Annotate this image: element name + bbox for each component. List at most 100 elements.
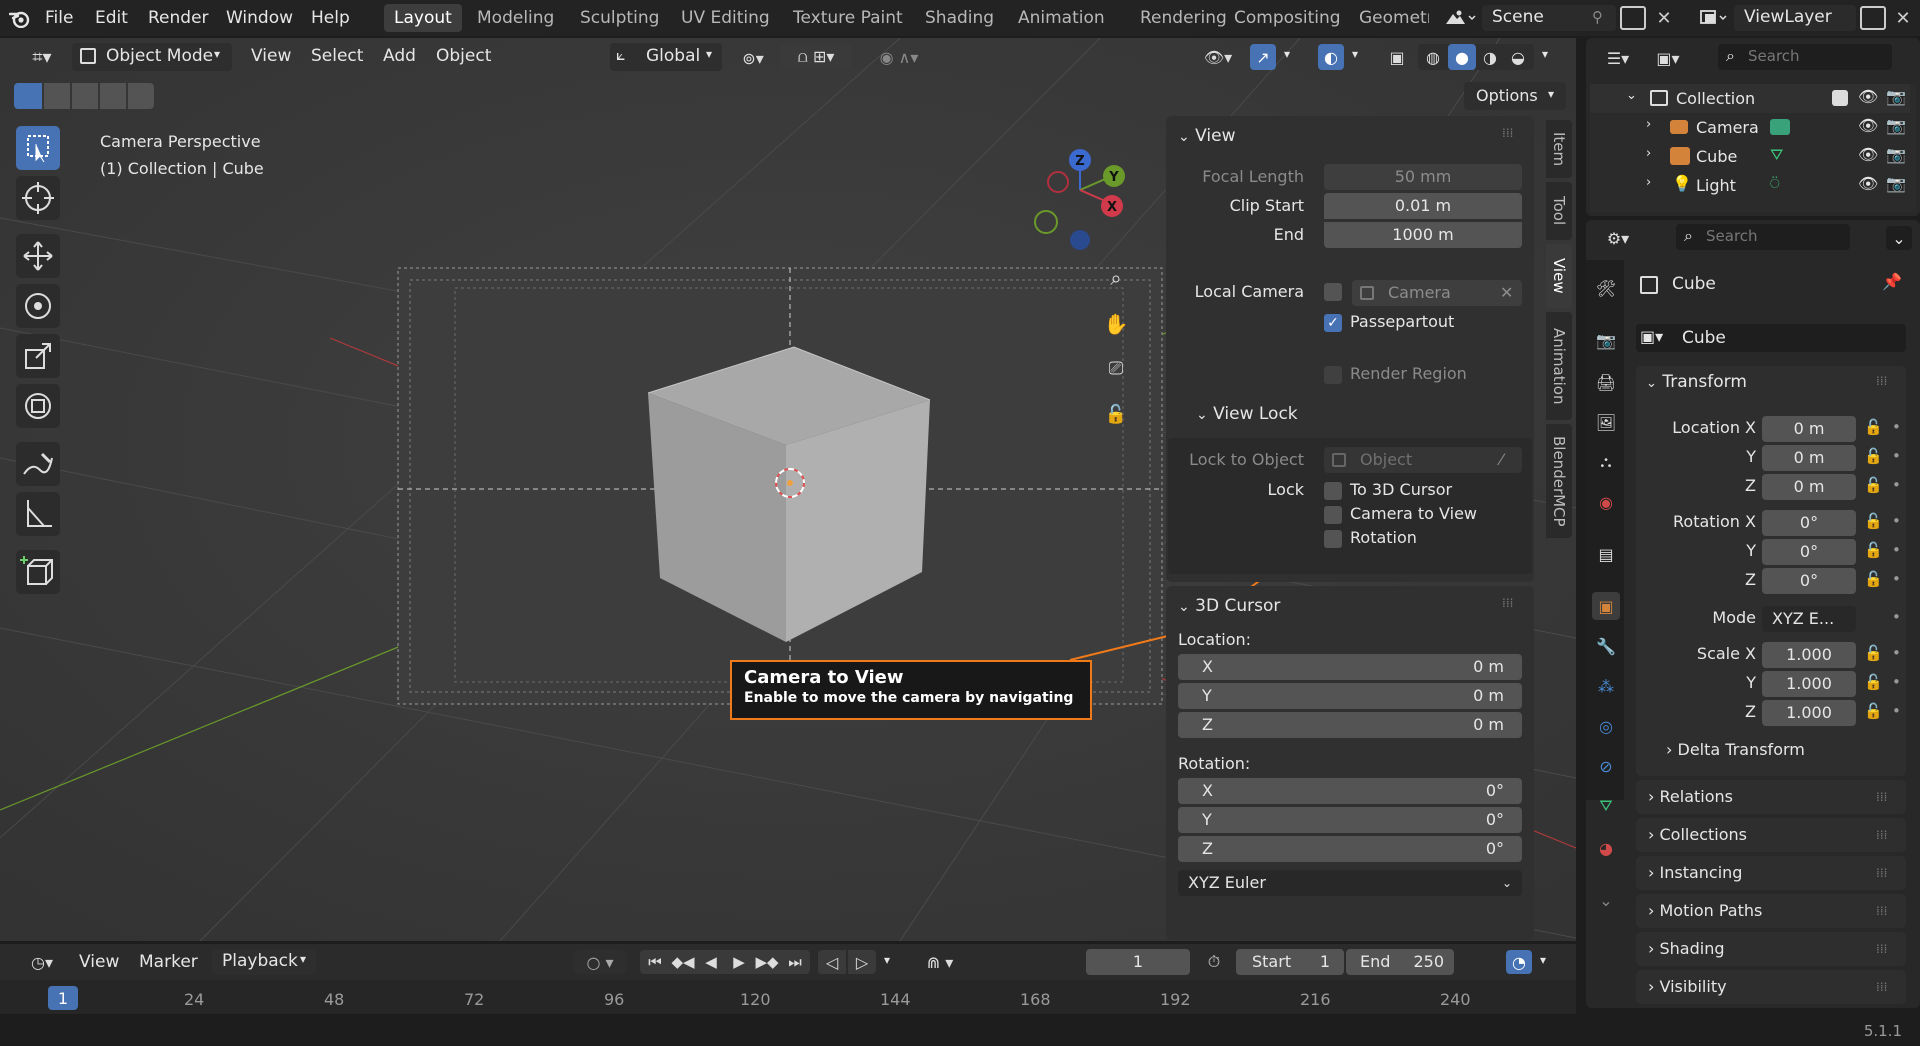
- new-view-layer-icon[interactable]: [1860, 6, 1886, 30]
- tab-geometry[interactable]: Geometr: [1349, 4, 1429, 32]
- view-layer-icon[interactable]: [1696, 6, 1732, 30]
- motion-paths-section[interactable]: › Motion Paths ⁞⁞⁞: [1636, 894, 1906, 928]
- keyframe-dot-icon[interactable]: •: [1892, 512, 1901, 530]
- gizmo-toggle-icon[interactable]: ↗: [1250, 44, 1276, 70]
- collections-section[interactable]: › Collections ⁞⁞⁞: [1636, 818, 1906, 852]
- end-frame-field[interactable]: End 250: [1346, 949, 1454, 975]
- particle-properties-icon[interactable]: ⁂: [1592, 672, 1620, 700]
- rotation-z-field[interactable]: 0°: [1762, 568, 1856, 594]
- visibility-section[interactable]: › Visibility ⁞⁞⁞: [1636, 970, 1906, 1004]
- playback-dropdown[interactable]: Playback ▾: [212, 949, 316, 975]
- solid-shading-icon[interactable]: ●: [1448, 44, 1476, 70]
- chevron-down-icon[interactable]: ⌄: [1886, 226, 1912, 250]
- new-scene-icon[interactable]: [1620, 6, 1646, 30]
- camera-data-icon[interactable]: [1770, 119, 1790, 135]
- scale-z-field[interactable]: 1.000: [1762, 700, 1856, 726]
- lock-icon[interactable]: 🔓: [1864, 570, 1883, 588]
- shading-section[interactable]: › Shading ⁞⁞⁞: [1636, 932, 1906, 966]
- tab-item[interactable]: Item: [1546, 120, 1572, 178]
- render-properties-icon[interactable]: 📷: [1592, 326, 1620, 354]
- camera-view-icon[interactable]: ⎚: [1100, 352, 1132, 384]
- lock-to-object-field[interactable]: Object ⁄: [1324, 447, 1522, 473]
- cursor-location-y-field[interactable]: Y 0 m: [1178, 683, 1522, 709]
- zoom-icon[interactable]: ⌕: [1100, 262, 1132, 294]
- proportional-edit-icon[interactable]: ◉ ∧▾: [862, 44, 936, 70]
- rotation-mode-dropdown[interactable]: XYZ Euler ⌄: [1178, 870, 1522, 896]
- keyframe-dot-icon[interactable]: •: [1892, 447, 1901, 465]
- select-new-icon[interactable]: [14, 83, 42, 109]
- tab-animation[interactable]: Animation: [1008, 4, 1115, 32]
- rendered-shading-icon[interactable]: ◒: [1506, 46, 1530, 68]
- chevron-down-icon[interactable]: ▾: [1542, 47, 1548, 61]
- move-tool-icon[interactable]: [16, 234, 60, 278]
- menu-object[interactable]: Object: [436, 46, 491, 66]
- menu-render[interactable]: Render: [148, 0, 209, 36]
- properties-search-field[interactable]: ⌕ Search: [1676, 224, 1850, 250]
- output-properties-icon[interactable]: 🖨: [1592, 368, 1620, 396]
- eyedropper-icon[interactable]: ⁄: [1500, 447, 1503, 473]
- delta-transform-header[interactable]: › Delta Transform: [1666, 740, 1805, 759]
- collection-properties-icon[interactable]: ▤: [1592, 540, 1620, 568]
- menu-file[interactable]: File: [45, 0, 73, 36]
- stopwatch-icon[interactable]: ⏱: [1200, 950, 1228, 974]
- keyframe-dot-icon[interactable]: •: [1892, 418, 1901, 436]
- cursor-rotation-z-field[interactable]: Z 0°: [1178, 836, 1522, 862]
- jump-end-icon[interactable]: ⏭: [782, 950, 808, 974]
- tab-view[interactable]: View: [1546, 244, 1572, 308]
- options-button[interactable]: Options ▾: [1464, 82, 1566, 110]
- tab-compositing[interactable]: Compositing: [1224, 4, 1351, 32]
- camera-render-icon[interactable]: 📷: [1886, 145, 1906, 164]
- tool-properties-icon[interactable]: 🛠: [1592, 274, 1620, 302]
- menu-view[interactable]: View: [251, 46, 291, 66]
- snap-icon[interactable]: ⩍ ⊞▾: [780, 44, 852, 70]
- object-properties-icon[interactable]: ▣: [1592, 592, 1620, 620]
- lock-icon[interactable]: 🔓: [1864, 673, 1883, 691]
- keyframe-dot-icon[interactable]: •: [1892, 570, 1901, 588]
- timeline-menu-view[interactable]: View: [79, 952, 119, 972]
- keyframe-dot-icon[interactable]: •: [1892, 702, 1901, 720]
- start-frame-field[interactable]: Start 1: [1236, 949, 1344, 975]
- 3d-cursor-section-header[interactable]: ⌄ 3D Cursor: [1178, 596, 1280, 616]
- relations-section[interactable]: › Relations ⁞⁞⁞: [1636, 780, 1906, 814]
- scene-icon[interactable]: [1440, 6, 1480, 30]
- view-layer-properties-icon[interactable]: 🖼: [1592, 408, 1620, 436]
- chevron-right-icon[interactable]: ›: [1646, 175, 1651, 190]
- cursor-location-z-field[interactable]: Z 0 m: [1178, 712, 1522, 738]
- tab-sculpting[interactable]: Sculpting: [570, 4, 669, 32]
- timeline-ruler[interactable]: [0, 980, 1576, 1014]
- next-keyframe-icon[interactable]: ▶◆: [754, 950, 780, 974]
- lock-icon[interactable]: 🔓: [1864, 541, 1883, 559]
- outliner-row-collection[interactable]: ⌄ Collection 👁 📷: [1590, 84, 1910, 113]
- select-invert-icon[interactable]: [100, 83, 126, 109]
- tab-layout[interactable]: Layout: [384, 4, 462, 32]
- chevron-right-icon[interactable]: ›: [1646, 146, 1651, 161]
- camera-render-icon[interactable]: 📷: [1886, 87, 1906, 106]
- tab-modeling[interactable]: Modeling: [467, 4, 564, 32]
- tab-rendering[interactable]: Rendering: [1130, 4, 1237, 32]
- chevron-down-icon[interactable]: ▾: [1284, 47, 1290, 61]
- camera-to-view-label[interactable]: Camera to View: [1350, 504, 1477, 523]
- select-subtract-icon[interactable]: [72, 83, 98, 109]
- render-region-checkbox[interactable]: [1324, 366, 1342, 384]
- location-z-field[interactable]: 0 m: [1762, 474, 1856, 500]
- select-box-tool-icon[interactable]: [16, 126, 60, 170]
- prev-keyframe-icon[interactable]: ◆◀: [670, 950, 696, 974]
- chevron-down-icon[interactable]: ⌄: [1592, 886, 1620, 914]
- pan-hand-icon[interactable]: ✋: [1100, 308, 1132, 340]
- keying-set-icon[interactable]: ⋒ ▾: [912, 950, 968, 974]
- next-marker-icon[interactable]: ▷: [848, 950, 876, 974]
- keyframe-dot-icon[interactable]: •: [1892, 608, 1901, 626]
- instancing-section[interactable]: › Instancing ⁞⁞⁞: [1636, 856, 1906, 890]
- rotation-y-field[interactable]: 0°: [1762, 539, 1856, 565]
- material-shading-icon[interactable]: ◑: [1478, 46, 1502, 68]
- current-frame-field[interactable]: 1: [1086, 949, 1190, 975]
- wireframe-shading-icon[interactable]: ◍: [1422, 46, 1444, 68]
- play-icon[interactable]: ▶: [726, 950, 752, 974]
- lock-icon[interactable]: 🔓: [1864, 644, 1883, 662]
- view-lock-header[interactable]: ⌄ View Lock: [1196, 404, 1298, 424]
- timeline-editor-icon[interactable]: ◷▾: [22, 950, 62, 974]
- chevron-down-icon[interactable]: ⌄: [1626, 88, 1637, 103]
- clip-start-field[interactable]: 0.01 m: [1324, 193, 1522, 219]
- eye-icon[interactable]: 👁: [1858, 87, 1878, 106]
- drag-handle-icon[interactable]: ⁞⁞⁞: [1876, 894, 1887, 928]
